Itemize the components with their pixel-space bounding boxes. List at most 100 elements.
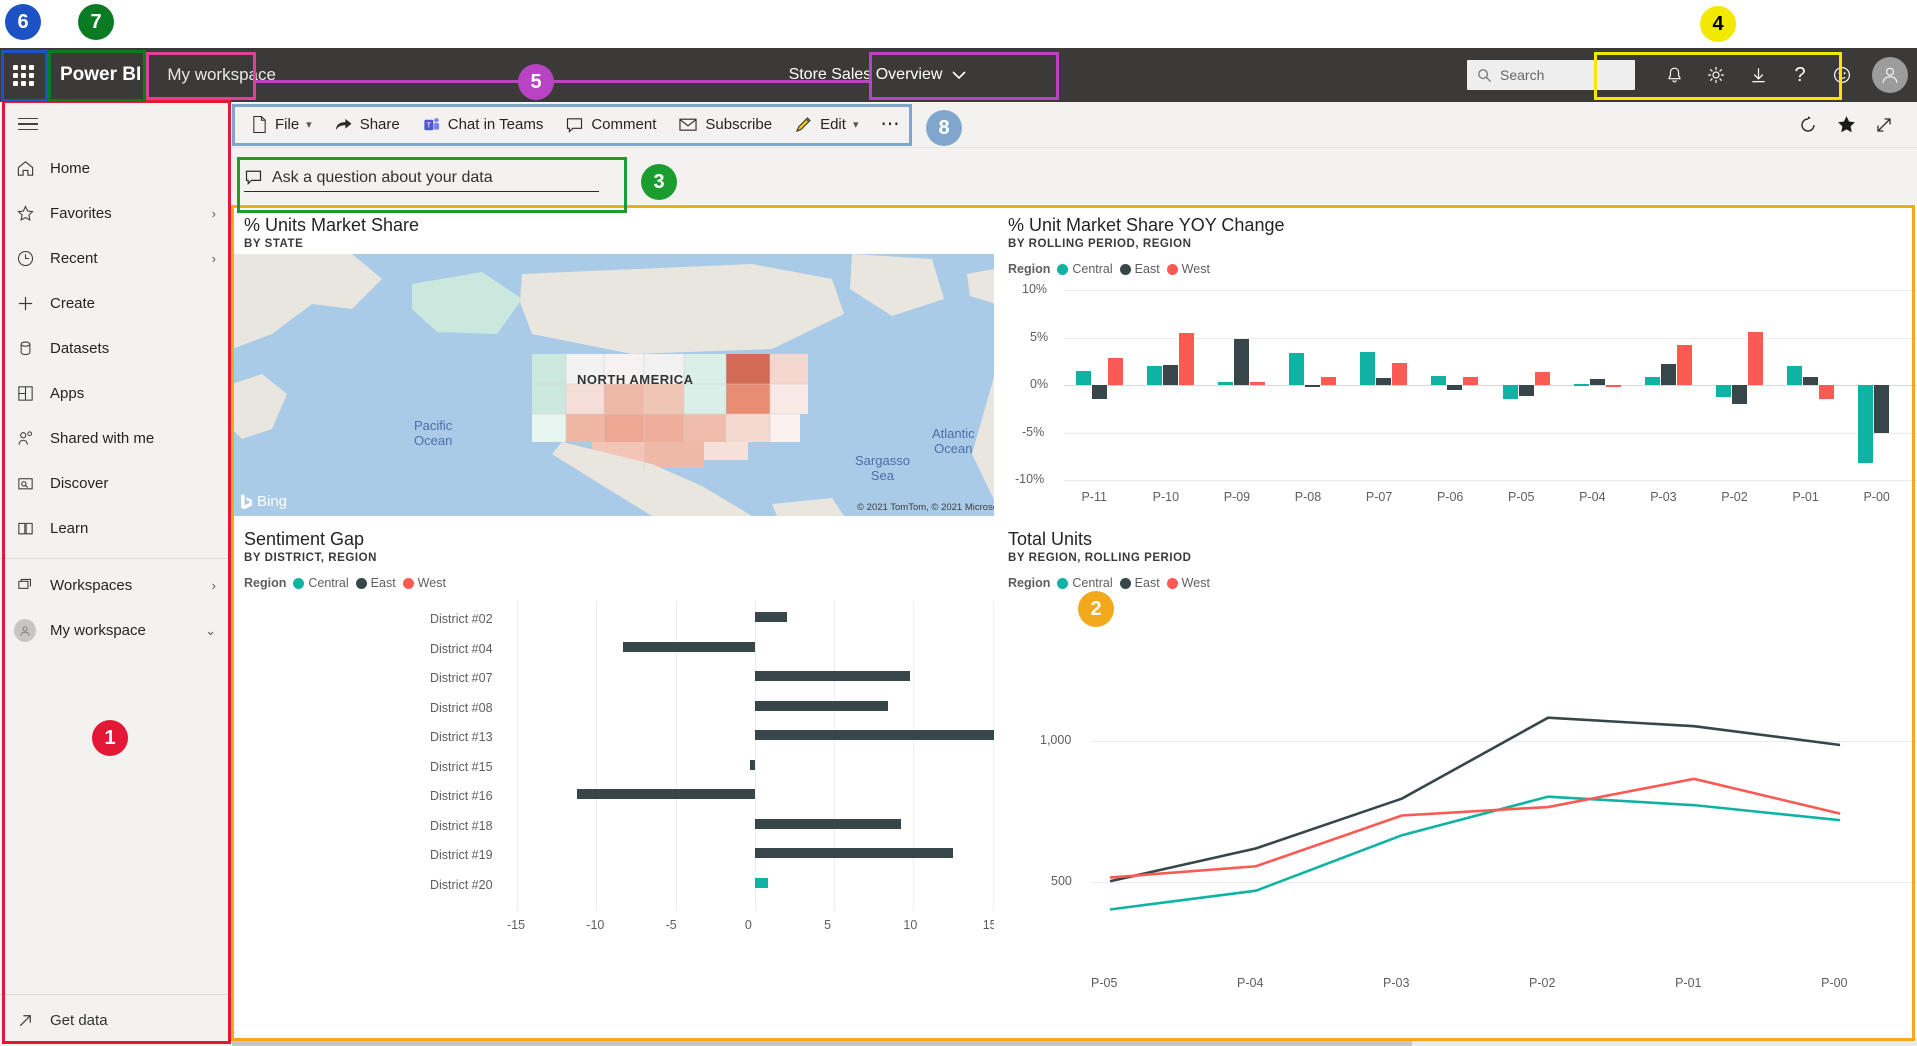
bar[interactable] — [1250, 382, 1266, 385]
sidebar-item-workspaces[interactable]: Workspaces › — [0, 563, 230, 608]
bar[interactable] — [1447, 385, 1463, 390]
search-input[interactable]: Search — [1467, 60, 1636, 90]
chat-in-teams-button[interactable]: T Chat in Teams — [411, 108, 555, 142]
app-launcher-waffle-icon[interactable] — [0, 48, 46, 102]
visual-sentiment-gap[interactable]: Sentiment Gap BY DISTRICT, REGION Region… — [232, 516, 1090, 1040]
bar[interactable] — [754, 818, 901, 829]
refresh-icon[interactable] — [1791, 108, 1825, 142]
bar[interactable] — [1218, 382, 1234, 385]
sidebar-item-discover[interactable]: Discover — [0, 461, 230, 506]
bar[interactable] — [1289, 352, 1305, 385]
bar[interactable] — [1463, 377, 1479, 385]
bar[interactable] — [577, 789, 755, 799]
report-title-dropdown[interactable]: Store Sales Overview — [777, 60, 979, 90]
bar[interactable] — [623, 641, 755, 652]
bar[interactable] — [754, 700, 889, 711]
bar[interactable] — [1589, 379, 1605, 385]
feedback-smiley-icon[interactable] — [1821, 48, 1863, 102]
bar[interactable] — [750, 759, 755, 770]
legend-item-central[interactable]: Central — [293, 576, 349, 590]
bar[interactable] — [1731, 385, 1747, 404]
legend-item-west[interactable]: West — [1166, 262, 1210, 276]
canvas-horizontal-scrollbar[interactable] — [232, 1038, 1917, 1046]
scrollbar-thumb[interactable] — [232, 1038, 1412, 1046]
line-series-west[interactable] — [1109, 777, 1841, 879]
bar[interactable] — [1076, 370, 1092, 385]
bar[interactable] — [754, 612, 787, 622]
get-data-button[interactable]: Get data — [0, 994, 230, 1046]
bar[interactable] — [1660, 364, 1676, 385]
bar[interactable] — [1786, 366, 1802, 385]
user-avatar[interactable] — [1863, 48, 1917, 102]
bar[interactable] — [1676, 345, 1692, 385]
legend-item-west[interactable]: West — [1166, 576, 1210, 590]
qna-question-input[interactable]: Ask a question about your data — [244, 158, 599, 192]
bar[interactable] — [1108, 358, 1124, 385]
download-icon[interactable] — [1737, 48, 1779, 102]
legend-item-east[interactable]: East — [1119, 576, 1160, 590]
more-options-button[interactable]: ⋯ — [869, 108, 910, 142]
bar[interactable] — [1321, 377, 1337, 385]
favorite-star-icon[interactable] — [1829, 108, 1863, 142]
bar[interactable] — [1392, 363, 1408, 385]
legend-item-central[interactable]: Central — [1057, 262, 1113, 276]
legend-item-west[interactable]: West — [402, 576, 446, 590]
sidebar-item-apps[interactable]: Apps — [0, 371, 230, 416]
legend-item-central[interactable]: Central — [1057, 576, 1113, 590]
sidebar-item-create[interactable]: Create — [0, 281, 230, 326]
sidebar-item-my-workspace[interactable]: My workspace ⌄ — [0, 608, 230, 653]
notifications-icon[interactable] — [1653, 48, 1695, 102]
bar[interactable] — [1147, 366, 1163, 385]
bar[interactable] — [1715, 385, 1731, 398]
sidebar-item-learn[interactable]: Learn — [0, 506, 230, 551]
bar[interactable] — [1802, 377, 1818, 385]
bar[interactable] — [754, 730, 1006, 740]
bar[interactable] — [1305, 385, 1321, 387]
map-canvas[interactable]: NORTH AMERICA Pacific Ocean Atlantic Ocean… — [232, 254, 1090, 516]
settings-gear-icon[interactable] — [1695, 48, 1737, 102]
file-menu-button[interactable]: File ▾ — [240, 108, 323, 142]
nav-collapse-hamburger-icon[interactable] — [0, 102, 230, 146]
edit-button[interactable]: Edit ▾ — [783, 108, 869, 142]
bar[interactable] — [1534, 371, 1550, 385]
bar[interactable] — [1163, 365, 1179, 385]
help-icon[interactable]: ? — [1779, 48, 1821, 102]
visual-units-market-share-map[interactable]: % Units Market Share BY STATE NORTH AMER… — [232, 204, 1090, 516]
sidebar-item-recent[interactable]: Recent › — [0, 236, 230, 281]
bar[interactable] — [1818, 385, 1834, 400]
bar[interactable] — [754, 671, 911, 681]
bar[interactable] — [1502, 385, 1518, 400]
bar[interactable] — [1518, 385, 1534, 397]
bar[interactable] — [1747, 331, 1763, 385]
bing-label: Bing — [257, 493, 288, 510]
fullscreen-icon[interactable] — [1867, 108, 1901, 142]
sidebar-item-home[interactable]: Home — [0, 146, 230, 191]
bar[interactable] — [1857, 385, 1873, 463]
bar[interactable] — [1092, 385, 1108, 400]
bar[interactable] — [1179, 332, 1195, 385]
share-button[interactable]: Share — [323, 108, 411, 142]
sidebar-item-shared-with-me[interactable]: Shared with me — [0, 416, 230, 461]
legend-item-east[interactable]: East — [355, 576, 396, 590]
sidebar-item-datasets[interactable]: Datasets — [0, 326, 230, 371]
sidebar-item-favorites[interactable]: Favorites › — [0, 191, 230, 236]
bar[interactable] — [754, 877, 768, 888]
bar[interactable] — [1644, 377, 1660, 385]
powerbi-brand-link[interactable]: Power BI — [46, 64, 155, 86]
bar[interactable] — [1605, 385, 1621, 387]
bing-logo[interactable]: Bing — [240, 493, 287, 510]
bar[interactable] — [1873, 385, 1889, 433]
comment-button[interactable]: Comment — [554, 108, 667, 142]
line-series-east[interactable] — [1109, 716, 1841, 883]
bar[interactable] — [1376, 378, 1392, 385]
line-series-central[interactable] — [1109, 795, 1841, 911]
bar[interactable] — [1431, 375, 1447, 385]
bar[interactable] — [1360, 351, 1376, 385]
bar[interactable] — [1234, 339, 1250, 385]
visual-total-units-line[interactable]: Total Units BY REGION, ROLLING PERIOD Re… — [994, 516, 1917, 1040]
bar[interactable] — [754, 848, 954, 858]
legend-item-east[interactable]: East — [1119, 262, 1160, 276]
bar[interactable] — [1573, 384, 1589, 387]
visual-unit-market-share-yoy-change[interactable]: % Unit Market Share YOY Change BY ROLLIN… — [994, 204, 1917, 516]
subscribe-button[interactable]: Subscribe — [667, 108, 783, 142]
